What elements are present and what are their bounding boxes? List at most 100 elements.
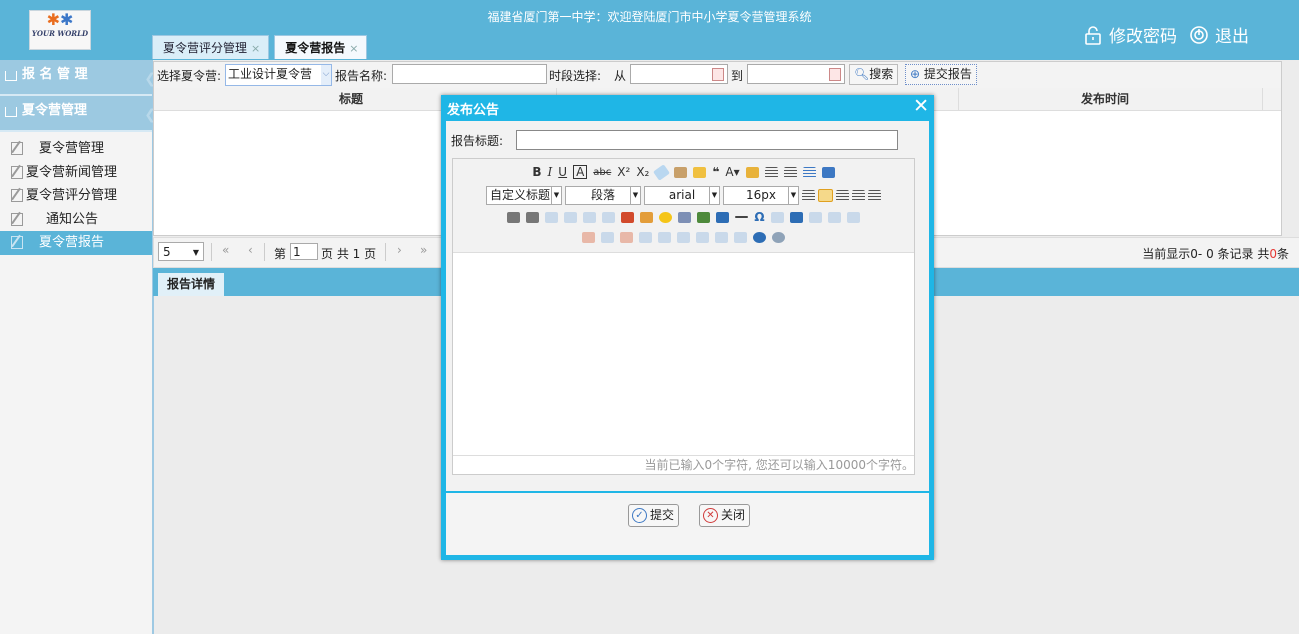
- camp-select[interactable]: 工业设计夏令营 ⌵: [225, 64, 332, 86]
- tab-close-icon[interactable]: ×: [349, 42, 358, 55]
- border-text-button[interactable]: A: [573, 165, 588, 179]
- logout-link[interactable]: 退出: [1189, 22, 1249, 47]
- align-left-icon[interactable]: [818, 189, 833, 202]
- submit-report-button[interactable]: ⊕ 提交报告: [905, 64, 977, 85]
- end-date-input[interactable]: [747, 64, 845, 84]
- close-button[interactable]: ✕ 关闭: [699, 504, 751, 527]
- page-size-select[interactable]: 5 ▼: [158, 242, 204, 261]
- text-direction-ltr-icon[interactable]: [507, 211, 521, 223]
- close-icon[interactable]: ✕: [913, 95, 929, 117]
- delete-row-icon[interactable]: [582, 232, 595, 243]
- first-page-icon[interactable]: «: [222, 243, 229, 257]
- page-number-input[interactable]: 1: [290, 243, 318, 260]
- image-right-icon[interactable]: [583, 211, 597, 223]
- image-left-icon[interactable]: [545, 211, 559, 223]
- bold-button[interactable]: B: [532, 165, 541, 179]
- sidebar-items: 夏令营管理 夏令营新闻管理 夏令营评分管理 通知公告 夏令营报告: [0, 132, 152, 255]
- fullscreen-icon[interactable]: [821, 166, 835, 178]
- editor-toolbar-row-2: 自定义标题 ▼ 段落 ▼ arial ▼ 16px ▼: [453, 186, 914, 205]
- align-right-icon[interactable]: [852, 190, 865, 201]
- align-center-icon[interactable]: [836, 190, 849, 201]
- superscript-button[interactable]: X²: [617, 165, 630, 179]
- last-page-icon[interactable]: »: [420, 243, 427, 257]
- help-icon[interactable]: [753, 232, 766, 243]
- blockquote-icon[interactable]: ❝: [712, 165, 719, 179]
- report-title-input[interactable]: [516, 130, 898, 150]
- editor-content-area[interactable]: [453, 253, 914, 455]
- insert-paragraph-icon[interactable]: [827, 211, 841, 223]
- tab-report-detail[interactable]: 报告详情: [158, 273, 225, 296]
- eraser-icon[interactable]: [653, 163, 671, 181]
- insert-col-icon[interactable]: [601, 232, 614, 243]
- search-replace-icon[interactable]: [772, 232, 785, 243]
- sidebar-item-camp-report[interactable]: 夏令营报告: [0, 231, 152, 255]
- change-password-link[interactable]: 修改密码: [1083, 22, 1177, 47]
- highlight-icon[interactable]: [745, 166, 759, 178]
- sidebar-item-notice[interactable]: 通知公告: [0, 208, 152, 232]
- editor-toolbar-row-4: [453, 232, 914, 243]
- merge-down-icon[interactable]: [677, 232, 690, 243]
- merge-right-icon[interactable]: [658, 232, 671, 243]
- multi-image-icon[interactable]: [640, 211, 654, 223]
- sidebar-item-camp-news[interactable]: 夏令营新闻管理: [0, 161, 152, 185]
- sidebar-item-camp-management[interactable]: 夏令营管理: [0, 137, 152, 161]
- horizontal-rule-icon[interactable]: [735, 216, 749, 218]
- italic-button[interactable]: I: [548, 165, 553, 179]
- unordered-list-icon[interactable]: [783, 166, 797, 178]
- start-date-input[interactable]: [630, 64, 728, 84]
- template-icon[interactable]: [770, 211, 784, 223]
- indent-icon[interactable]: [802, 190, 815, 201]
- calendar-icon[interactable]: [829, 68, 841, 81]
- report-name-label: 报告名称:: [335, 69, 388, 83]
- report-title-label: 报告标题:: [451, 134, 504, 148]
- insert-image-icon[interactable]: [621, 211, 635, 223]
- submit-button[interactable]: ✓ 提交: [628, 504, 680, 527]
- map-icon[interactable]: [697, 211, 711, 223]
- code-icon[interactable]: [716, 211, 730, 223]
- attachment-icon[interactable]: [678, 211, 692, 223]
- emoticon-icon[interactable]: [659, 211, 673, 223]
- text-direction-rtl-icon[interactable]: [526, 211, 540, 223]
- editor-toolbar-row-1: B I U A abc X² X₂ ❝ A▾: [453, 163, 914, 181]
- prev-page-icon[interactable]: ‹: [248, 243, 253, 257]
- format-brush-icon[interactable]: [674, 166, 688, 178]
- merge-cells-icon[interactable]: [639, 232, 652, 243]
- underline-button[interactable]: U: [558, 165, 567, 179]
- delete-table-icon[interactable]: [808, 211, 822, 223]
- magic-wand-icon[interactable]: [693, 166, 707, 178]
- font-color-icon[interactable]: A▾: [725, 165, 739, 179]
- split-cells-icon[interactable]: [696, 232, 709, 243]
- edit-icon: [11, 142, 23, 155]
- split-rows-icon[interactable]: [715, 232, 728, 243]
- report-name-input[interactable]: [392, 64, 547, 84]
- sidebar-item-camp-score[interactable]: 夏令营评分管理: [0, 184, 152, 208]
- line-height-icon[interactable]: [802, 166, 816, 178]
- image-none-icon[interactable]: [564, 211, 578, 223]
- font-size-select[interactable]: 16px ▼: [723, 186, 799, 205]
- tab-score-management[interactable]: 夏令营评分管理 ×: [152, 35, 270, 59]
- sidebar-group-camp[interactable]: 夏令营管理 ❮: [0, 96, 156, 132]
- special-char-icon[interactable]: Ω: [754, 210, 764, 224]
- paragraph-select[interactable]: 段落 ▼: [565, 186, 641, 205]
- align-justify-icon[interactable]: [868, 190, 881, 201]
- calendar-icon[interactable]: [712, 68, 724, 81]
- ordered-list-icon[interactable]: [764, 166, 778, 178]
- column-header-title[interactable]: 标题: [339, 88, 363, 110]
- heading-select[interactable]: 自定义标题 ▼: [486, 186, 562, 205]
- subscript-button[interactable]: X₂: [636, 165, 649, 179]
- tab-camp-report[interactable]: 夏令营报告 ×: [274, 35, 368, 59]
- column-header-publish-time[interactable]: 发布时间: [1081, 88, 1129, 110]
- tab-close-icon[interactable]: ×: [251, 42, 260, 55]
- split-cols-icon[interactable]: [734, 232, 747, 243]
- paragraph-select-value: 段落: [590, 188, 615, 202]
- next-page-icon[interactable]: ›: [397, 243, 402, 257]
- font-family-select[interactable]: arial ▼: [644, 186, 720, 205]
- sidebar-group-registration[interactable]: 报 名 管 理 ❮: [0, 60, 156, 96]
- insert-row-icon[interactable]: [846, 211, 860, 223]
- strikethrough-button[interactable]: abc: [593, 167, 611, 178]
- delete-col-icon[interactable]: [620, 232, 633, 243]
- logo-text: YOUR WORLD: [31, 29, 89, 38]
- image-center-icon[interactable]: [602, 211, 616, 223]
- insert-table-icon[interactable]: [789, 211, 803, 223]
- search-button[interactable]: 🔍︎搜索: [849, 64, 899, 85]
